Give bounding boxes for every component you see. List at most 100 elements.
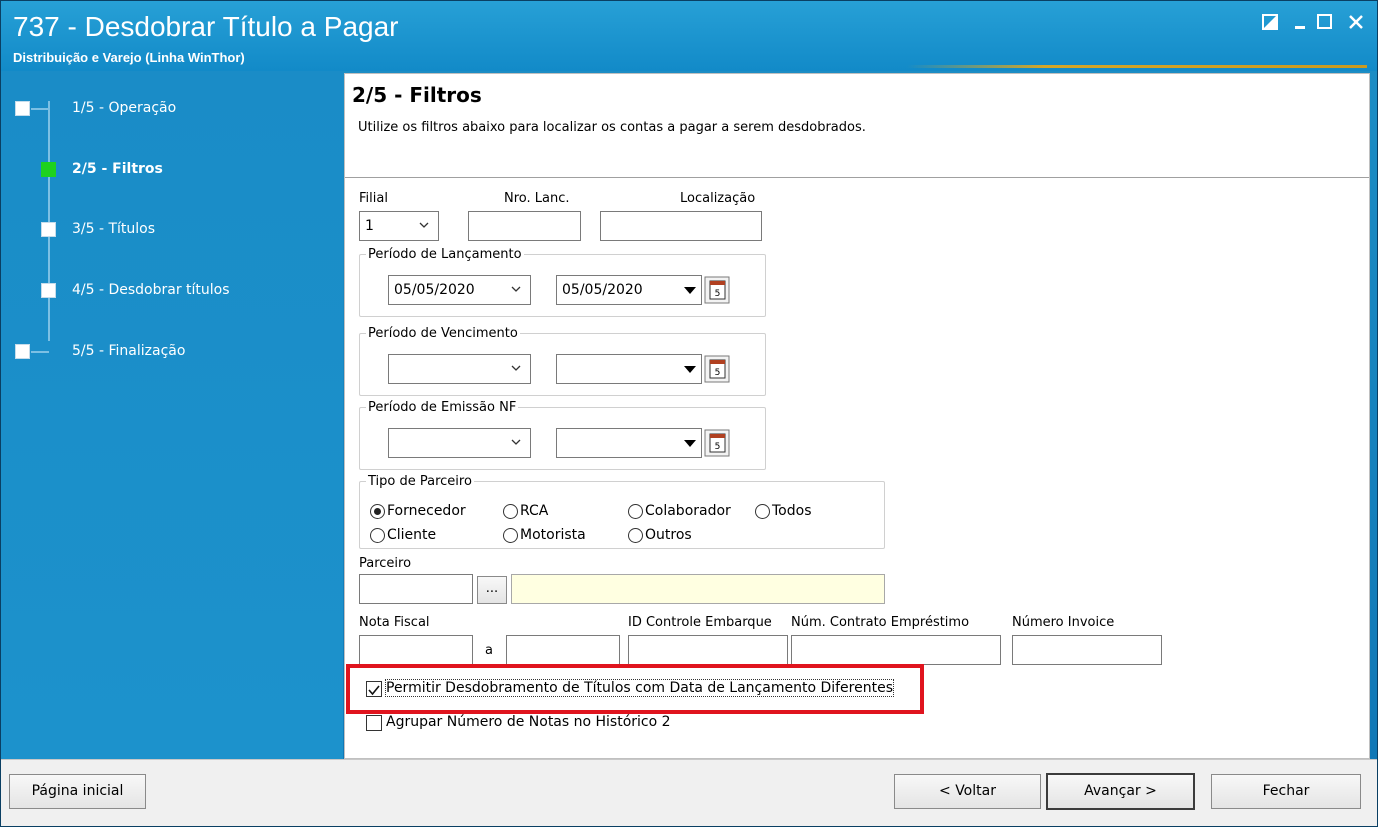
nro-lanc-input[interactable] bbox=[468, 211, 581, 241]
periodo-lancamento-legend: Período de Lançamento bbox=[368, 247, 522, 262]
next-button[interactable]: Avançar > bbox=[1046, 773, 1195, 810]
step-indicator bbox=[41, 283, 56, 298]
localizacao-input[interactable] bbox=[600, 211, 762, 241]
parceiro-code-input[interactable] bbox=[359, 574, 473, 604]
title-accent-line bbox=[907, 65, 1367, 68]
radio-indicator bbox=[503, 504, 518, 519]
minimize-icon[interactable] bbox=[1287, 9, 1313, 35]
radio-label: Todos bbox=[772, 503, 812, 519]
radio-indicator bbox=[628, 528, 643, 543]
home-page-button[interactable]: Página inicial bbox=[9, 774, 146, 809]
vencimento-start-date[interactable] bbox=[388, 354, 531, 384]
chevron-down-icon bbox=[511, 439, 521, 445]
step-operacao[interactable]: 1/5 - Operação bbox=[1, 97, 341, 121]
step-label: 5/5 - Finalização bbox=[72, 343, 186, 359]
radio-label: RCA bbox=[520, 503, 549, 519]
numero-invoice-input[interactable] bbox=[1012, 635, 1162, 665]
step-label: 1/5 - Operação bbox=[72, 100, 177, 116]
radio-indicator bbox=[503, 528, 518, 543]
radio-indicator bbox=[755, 504, 770, 519]
chevron-down-icon bbox=[419, 222, 429, 228]
num-contrato-label: Núm. Contrato Empréstimo bbox=[791, 615, 970, 630]
wizard-footer: Página inicial < Voltar Avançar > Fechar bbox=[1, 759, 1377, 826]
numero-invoice-label: Número Invoice bbox=[1012, 615, 1115, 630]
svg-text:5: 5 bbox=[715, 368, 721, 378]
chevron-down-icon bbox=[511, 286, 521, 292]
title-bar[interactable]: 737 - Desdobrar Título a Pagar Distribui… bbox=[1, 1, 1377, 71]
emissao-end-date[interactable] bbox=[556, 428, 702, 458]
nota-fiscal-label: Nota Fiscal bbox=[359, 615, 430, 630]
app-window: 737 - Desdobrar Título a Pagar Distribui… bbox=[0, 0, 1378, 827]
back-button[interactable]: < Voltar bbox=[894, 774, 1041, 809]
step-indicator bbox=[15, 101, 30, 116]
dropdown-arrow-icon[interactable] bbox=[679, 276, 701, 304]
tipo-parceiro-legend: Tipo de Parceiro bbox=[368, 474, 472, 489]
step-indicator bbox=[41, 222, 56, 237]
dropdown-arrow-icon[interactable] bbox=[679, 429, 701, 457]
checkbox-box bbox=[366, 715, 382, 731]
step-label: 4/5 - Desdobrar títulos bbox=[72, 282, 230, 298]
page-title: 2/5 - Filtros bbox=[352, 83, 482, 107]
calendar-icon[interactable]: 5 bbox=[704, 276, 730, 304]
window-subtitle: Distribuição e Varejo (Linha WinThor) bbox=[13, 50, 245, 65]
radio-label: Colaborador bbox=[645, 503, 731, 519]
periodo-vencimento-legend: Período de Vencimento bbox=[368, 326, 518, 341]
periodo-emissao-legend: Período de Emissão NF bbox=[368, 400, 517, 415]
lancamento-end-date[interactable]: 05/05/2020 bbox=[556, 275, 702, 305]
radio-indicator bbox=[370, 528, 385, 543]
nota-fiscal-start-input[interactable] bbox=[359, 635, 473, 665]
parceiro-label: Parceiro bbox=[359, 556, 412, 571]
emissao-start-date[interactable] bbox=[388, 428, 531, 458]
id-controle-input[interactable] bbox=[628, 635, 788, 665]
wizard-steps-sidebar: 1/5 - Operação 2/5 - Filtros 3/5 - Títul… bbox=[1, 71, 343, 759]
window-title: 737 - Desdobrar Título a Pagar bbox=[13, 11, 399, 42]
checkbox-box bbox=[366, 681, 382, 697]
step-connector bbox=[31, 351, 49, 353]
lancamento-start-value: 05/05/2020 bbox=[394, 282, 475, 298]
radio-selected-indicator bbox=[370, 504, 385, 519]
radio-label: Outros bbox=[645, 527, 692, 543]
svg-text:5: 5 bbox=[715, 289, 721, 299]
filial-value: 1 bbox=[365, 218, 374, 234]
parceiro-browse-button[interactable]: ... bbox=[477, 576, 507, 604]
restore-icon[interactable] bbox=[1257, 9, 1283, 35]
nota-fiscal-range-separator: a bbox=[485, 643, 493, 658]
step-filtros[interactable]: 2/5 - Filtros bbox=[1, 158, 341, 182]
parceiro-name-field bbox=[511, 574, 885, 604]
step-desdobrar[interactable]: 4/5 - Desdobrar títulos bbox=[1, 279, 341, 303]
chevron-down-icon bbox=[511, 365, 521, 371]
localizacao-label: Localização bbox=[680, 191, 756, 206]
radio-label: Motorista bbox=[520, 527, 586, 543]
step-label: 3/5 - Títulos bbox=[72, 221, 156, 237]
step-label: 2/5 - Filtros bbox=[72, 161, 163, 177]
maximize-icon[interactable] bbox=[1312, 9, 1338, 35]
step-connector bbox=[31, 108, 49, 110]
page-header: 2/5 - Filtros Utilize os filtros abaixo … bbox=[345, 74, 1369, 178]
calendar-icon[interactable]: 5 bbox=[704, 429, 730, 457]
lancamento-start-date[interactable]: 05/05/2020 bbox=[388, 275, 531, 305]
dropdown-arrow-icon[interactable] bbox=[679, 355, 701, 383]
radio-label: Cliente bbox=[387, 527, 437, 543]
step-indicator-current bbox=[41, 162, 56, 177]
checkbox-label: Agrupar Número de Notas no Histórico 2 bbox=[386, 714, 671, 730]
step-titulos[interactable]: 3/5 - Títulos bbox=[1, 218, 341, 242]
id-controle-label: ID Controle Embarque bbox=[628, 615, 772, 630]
checkbox-label: Permitir Desdobramento de Títulos com Da… bbox=[384, 679, 895, 697]
step-finalizacao[interactable]: 5/5 - Finalização bbox=[1, 340, 341, 364]
svg-text:5: 5 bbox=[715, 442, 721, 452]
filial-label: Filial bbox=[359, 191, 388, 206]
filial-select[interactable]: 1 bbox=[359, 211, 439, 241]
step-indicator bbox=[15, 344, 30, 359]
num-contrato-input[interactable] bbox=[791, 635, 1001, 665]
nro-lanc-label: Nro. Lanc. bbox=[504, 191, 570, 206]
close-button[interactable]: Fechar bbox=[1211, 774, 1361, 809]
nota-fiscal-end-input[interactable] bbox=[506, 635, 620, 665]
radio-indicator bbox=[628, 504, 643, 519]
vencimento-end-date[interactable] bbox=[556, 354, 702, 384]
close-icon[interactable] bbox=[1343, 9, 1369, 35]
checkmark-icon bbox=[368, 685, 380, 696]
lancamento-end-value: 05/05/2020 bbox=[562, 282, 643, 298]
calendar-icon[interactable]: 5 bbox=[704, 355, 730, 383]
page-description: Utilize os filtros abaixo para localizar… bbox=[358, 120, 866, 135]
radio-label: Fornecedor bbox=[387, 503, 466, 519]
